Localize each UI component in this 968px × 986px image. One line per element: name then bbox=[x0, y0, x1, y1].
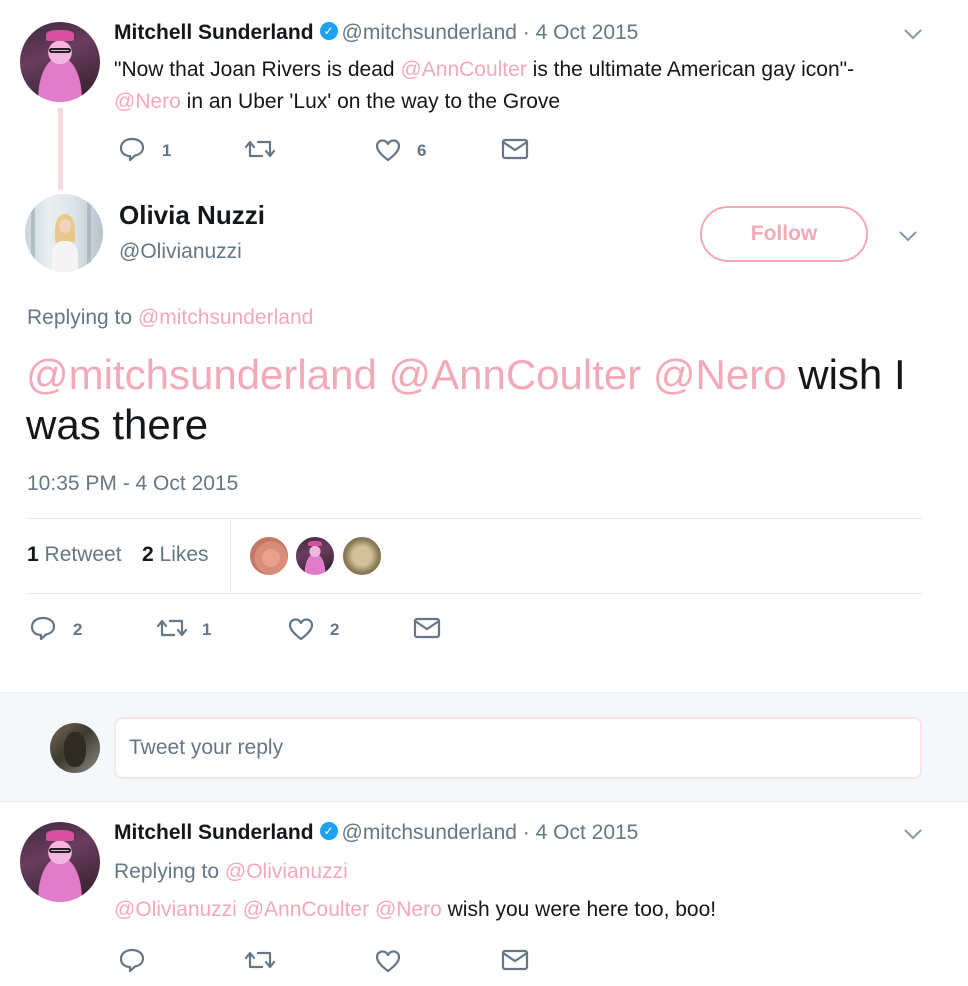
heart-icon[interactable] bbox=[287, 616, 315, 642]
envelope-icon[interactable] bbox=[501, 138, 529, 160]
retweet-stat[interactable]: 1 Retweet bbox=[27, 543, 122, 567]
reply-count: 2 bbox=[73, 620, 83, 639]
tweet-text: @mitchsunderland @AnnCoulter @Nero wish … bbox=[26, 351, 906, 448]
avatar[interactable] bbox=[20, 22, 100, 102]
speech-bubble-icon[interactable] bbox=[118, 947, 146, 973]
tweet-header: Mitchell Sunderland ✓ @mitchsunderland · 4… bbox=[114, 821, 638, 845]
tweet-date[interactable]: 4 Oct 2015 bbox=[536, 821, 639, 844]
separator: · bbox=[522, 21, 530, 44]
mention-link[interactable]: @mitchsunderland bbox=[138, 306, 313, 329]
mention-link[interactable]: @Nero bbox=[653, 351, 787, 398]
heart-icon[interactable] bbox=[374, 137, 402, 163]
avatar[interactable] bbox=[341, 535, 383, 577]
retweet-count: 1 bbox=[202, 620, 212, 639]
reply-count: 1 bbox=[162, 141, 172, 160]
avatar[interactable] bbox=[20, 822, 100, 902]
thread-line bbox=[58, 108, 63, 190]
avatar[interactable] bbox=[248, 535, 290, 577]
like-count: 2 bbox=[330, 620, 340, 639]
likes-stat[interactable]: 2 Likes bbox=[142, 543, 209, 567]
user-handle[interactable]: @Olivianuzzi bbox=[119, 240, 242, 264]
speech-bubble-icon[interactable] bbox=[118, 136, 146, 162]
divider bbox=[27, 518, 922, 519]
reply-placeholder: Tweet your reply bbox=[129, 736, 284, 759]
retweet-icon[interactable] bbox=[244, 948, 276, 972]
separator: · bbox=[522, 821, 530, 844]
user-name[interactable]: Mitchell Sunderland bbox=[114, 21, 314, 44]
mention-link[interactable]: @AnnCoulter bbox=[243, 898, 369, 921]
like-count: 6 bbox=[417, 141, 427, 160]
tweet-date[interactable]: 4 Oct 2015 bbox=[536, 21, 639, 44]
retweet-icon[interactable] bbox=[244, 137, 276, 161]
mention-link[interactable]: @AnnCoulter bbox=[388, 351, 641, 398]
chevron-down-icon[interactable] bbox=[902, 26, 924, 42]
mention-link[interactable]: @Nero bbox=[375, 898, 442, 921]
replying-to: Replying to @mitchsunderland bbox=[27, 306, 314, 329]
user-name[interactable]: Olivia Nuzzi bbox=[119, 200, 265, 231]
retweet-icon[interactable] bbox=[156, 616, 188, 640]
mention-link[interactable]: @mitchsunderland bbox=[26, 351, 377, 398]
heart-icon[interactable] bbox=[374, 948, 402, 974]
reply-input[interactable]: Tweet your reply bbox=[114, 717, 922, 779]
user-name[interactable]: Mitchell Sunderland bbox=[114, 821, 314, 844]
mention-link[interactable]: @Olivianuzzi bbox=[114, 898, 237, 921]
mention-link[interactable]: @AnnCoulter bbox=[400, 58, 526, 81]
speech-bubble-icon[interactable] bbox=[29, 615, 57, 641]
avatar bbox=[50, 723, 100, 773]
follow-button[interactable]: Follow bbox=[700, 206, 868, 262]
verified-badge-icon: ✓ bbox=[319, 22, 338, 41]
reply-composer: Tweet your reply bbox=[0, 692, 968, 802]
mention-link[interactable]: @Olivianuzzi bbox=[225, 860, 348, 883]
replying-to: Replying to @Olivianuzzi bbox=[114, 860, 348, 883]
envelope-icon[interactable] bbox=[413, 617, 441, 639]
avatar[interactable] bbox=[294, 535, 336, 577]
user-handle[interactable]: @mitchsunderland bbox=[342, 21, 517, 44]
chevron-down-icon[interactable] bbox=[902, 826, 924, 842]
envelope-icon[interactable] bbox=[501, 949, 529, 971]
divider bbox=[230, 519, 231, 593]
tweet-text: "Now that Joan Rivers is dead @AnnCoulte… bbox=[114, 58, 855, 113]
tweet-header: Mitchell Sunderland ✓ @mitchsunderland · 4… bbox=[114, 21, 638, 45]
divider bbox=[27, 593, 922, 594]
verified-badge-icon: ✓ bbox=[319, 822, 338, 841]
tweet-text: @Olivianuzzi @AnnCoulter @Nero wish you … bbox=[114, 898, 717, 921]
mention-link[interactable]: @Nero bbox=[114, 90, 181, 113]
user-handle[interactable]: @mitchsunderland bbox=[342, 821, 517, 844]
avatar[interactable] bbox=[25, 194, 103, 272]
tweet-timestamp[interactable]: 10:35 PM - 4 Oct 2015 bbox=[27, 472, 238, 496]
chevron-down-icon[interactable] bbox=[897, 228, 919, 244]
